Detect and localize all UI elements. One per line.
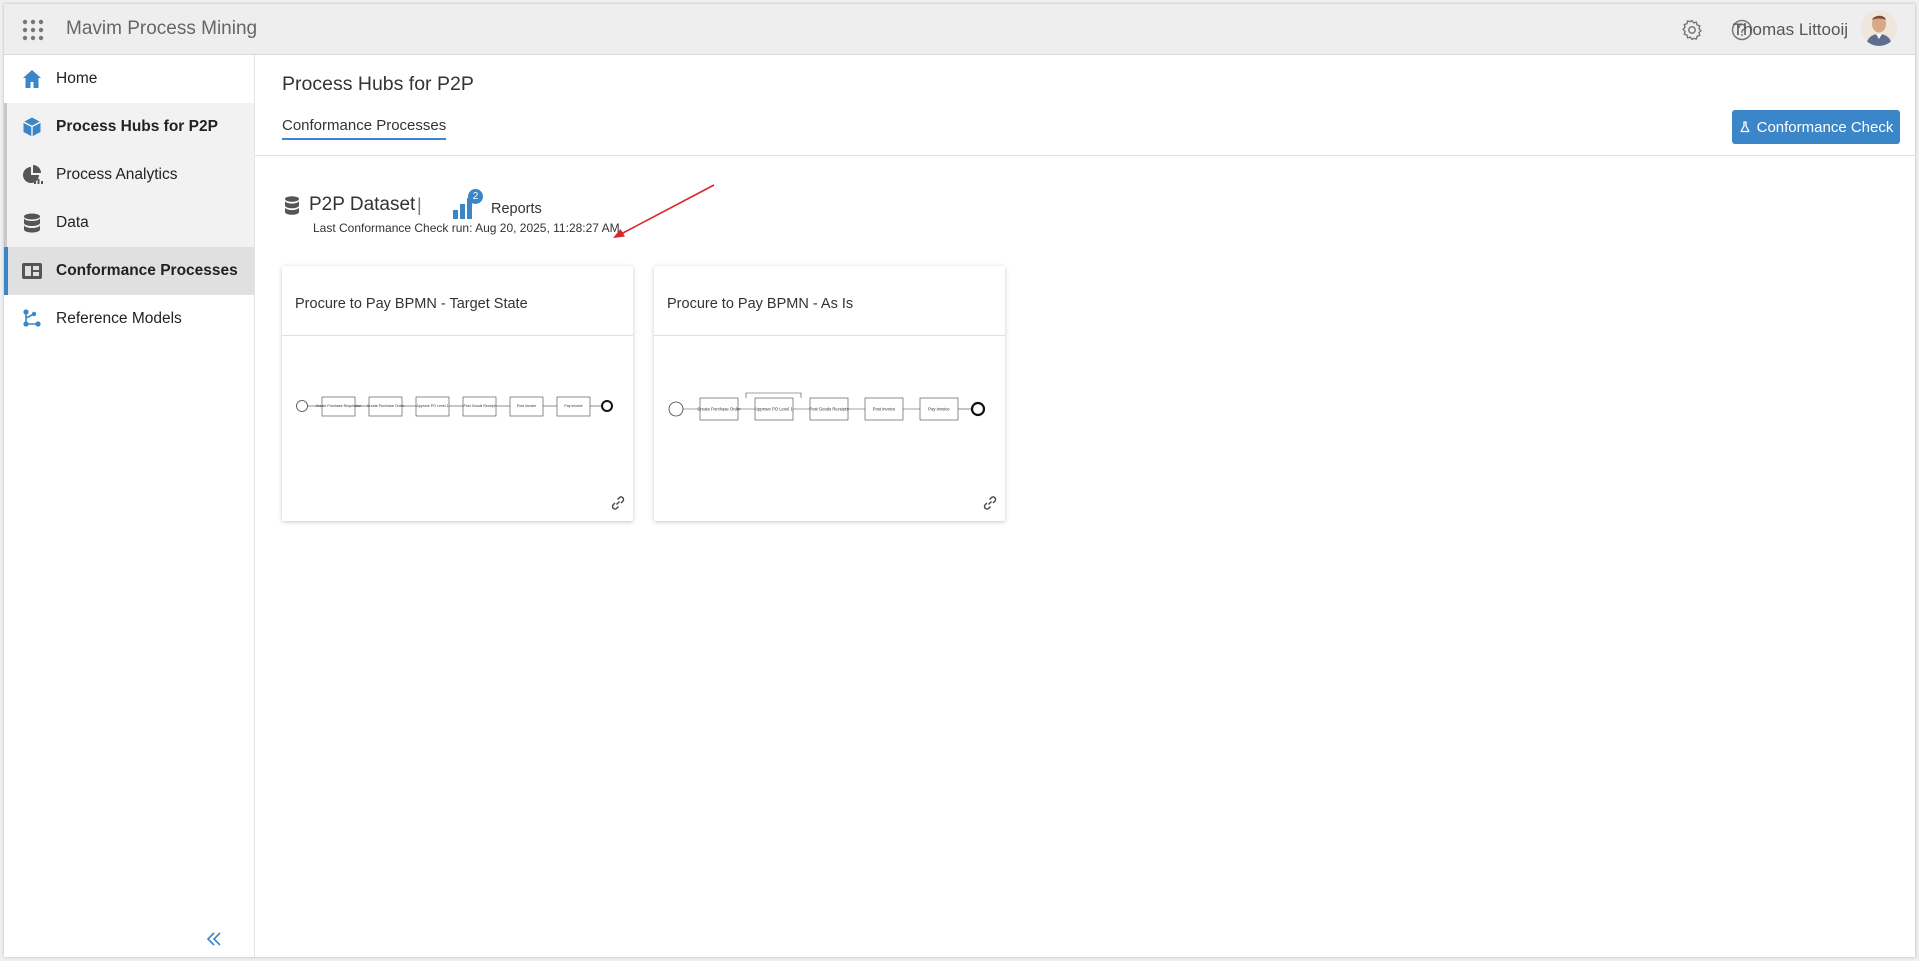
end-event <box>601 400 613 412</box>
sidebar-item-data[interactable]: Data <box>4 199 254 247</box>
avatar[interactable] <box>1861 10 1897 46</box>
tab-conformance-processes[interactable]: Conformance Processes <box>282 117 447 140</box>
reports-count-badge: 2 <box>468 189 483 204</box>
card-title: Procure to Pay BPMN - As Is <box>667 296 854 312</box>
task-label: Post Goods Receipt <box>464 404 496 408</box>
task-label: Approve PO Level 1 <box>416 404 448 408</box>
app-window: Mavim Process Mining Thomas Littooij Hom… <box>4 4 1915 957</box>
link-icon[interactable] <box>609 494 627 512</box>
header-divider <box>255 155 1915 156</box>
start-event <box>668 401 684 417</box>
card-title: Procure to Pay BPMN - Target State <box>295 296 528 312</box>
database-icon <box>285 196 299 215</box>
task-label: Create Purchase Order <box>697 407 741 412</box>
pie-chart-icon <box>23 165 43 184</box>
conformance-check-button[interactable]: Conformance Check <box>1732 110 1900 144</box>
sidebar-item-label: Conformance Processes <box>56 262 238 279</box>
task-label: Post invoice <box>517 404 536 408</box>
end-event <box>970 401 986 417</box>
sidebar-item-label: Data <box>56 214 89 231</box>
task-label: Create Purchase Requisition <box>316 404 362 408</box>
top-bar: Mavim Process Mining Thomas Littooij <box>4 4 1915 55</box>
annotation-arrow <box>613 184 715 238</box>
sidebar-item-home[interactable]: Home <box>4 55 254 103</box>
start-event <box>296 400 308 412</box>
task-label: Post Goods Receipts <box>809 407 848 412</box>
task-label: Pay invoice <box>928 407 950 412</box>
dataset-separator: | <box>417 195 422 215</box>
home-icon <box>23 70 41 88</box>
user-photo-icon <box>1861 10 1897 46</box>
cube-icon <box>23 117 41 137</box>
main-content: Process Hubs for P2P Conformance Process… <box>255 55 1915 957</box>
sidebar-item-reference-models[interactable]: Reference Models <box>4 295 254 343</box>
sidebar: Home Process Hubs for P2P Process Analyt… <box>4 55 255 957</box>
sidebar-item-process-hubs[interactable]: Process Hubs for P2P <box>4 103 254 151</box>
sidebar-item-label: Process Hubs for P2P <box>56 118 218 135</box>
sidebar-item-conformance-processes[interactable]: Conformance Processes <box>4 247 254 295</box>
database-icon <box>24 213 40 233</box>
task-label: Create Purchase Order <box>367 404 405 408</box>
model-icon <box>23 309 41 327</box>
process-card-target-state[interactable]: Procure to Pay BPMN - Target State Creat… <box>282 266 633 521</box>
task-label: Approve PO Level 1 <box>755 407 793 412</box>
bpmn-diagram-preview: Create Purchase Order Approve PO Level 1… <box>668 392 986 421</box>
task-label: Pay invoice <box>564 404 582 408</box>
last-conformance-run: Last Conformance Check run: Aug 20, 2025… <box>313 221 620 235</box>
sidebar-item-label: Process Analytics <box>56 166 178 183</box>
app-launcher-icon[interactable] <box>21 18 45 42</box>
bpmn-diagram-preview: Create Purchase Requisition Create Purch… <box>296 396 613 417</box>
collapse-sidebar-icon[interactable] <box>204 929 224 949</box>
process-card-as-is[interactable]: Procure to Pay BPMN - As Is Create Purch… <box>654 266 1005 521</box>
conformance-icon <box>22 263 42 279</box>
page-title: Process Hubs for P2P <box>282 73 474 95</box>
app-title: Mavim Process Mining <box>66 18 258 39</box>
task-label: Post invoice <box>873 407 896 412</box>
flask-icon <box>1739 121 1750 133</box>
user-name[interactable]: Thomas Littooij <box>1733 20 1848 40</box>
gear-icon[interactable] <box>1680 18 1704 42</box>
conformance-check-label: Conformance Check <box>1756 118 1894 136</box>
sidebar-item-label: Home <box>56 70 98 87</box>
sidebar-item-label: Reference Models <box>56 310 182 327</box>
link-icon[interactable] <box>981 494 999 512</box>
sidebar-item-process-analytics[interactable]: Process Analytics <box>4 151 254 199</box>
reports-link[interactable]: Reports <box>491 201 542 217</box>
dataset-name: P2P Dataset <box>309 194 416 215</box>
